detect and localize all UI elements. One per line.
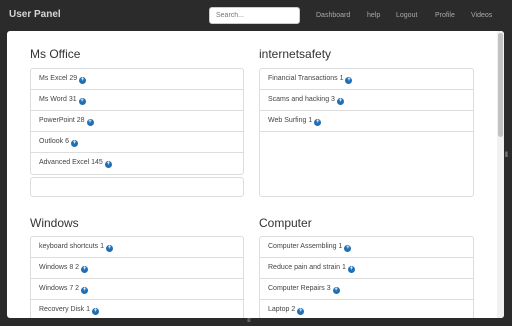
plus-circle-icon[interactable]: + xyxy=(79,77,87,84)
item-label: Advanced Excel 145 xyxy=(39,159,103,166)
list-item[interactable]: PowerPoint 28 + xyxy=(31,111,243,132)
nav-link-logout[interactable]: Logout xyxy=(396,12,417,19)
nav-link-profile[interactable]: Profile xyxy=(435,12,455,19)
plus-circle-icon[interactable]: + xyxy=(105,245,113,252)
item-label: Computer Repairs 3 xyxy=(268,285,331,292)
plus-circle-icon[interactable]: + xyxy=(332,287,340,294)
plus-circle-icon[interactable]: + xyxy=(81,287,89,294)
nav-link-help[interactable]: help xyxy=(367,12,380,19)
list-item[interactable]: Financial Transactions 1 + xyxy=(260,69,473,90)
item-label: PowerPoint 28 xyxy=(39,117,85,124)
list-item[interactable]: Outlook 6 + xyxy=(31,132,243,153)
resize-grip-icon[interactable]: ≡ xyxy=(247,318,255,324)
plus-circle-icon[interactable]: + xyxy=(91,308,99,315)
item-label: Outlook 6 xyxy=(39,138,69,145)
resize-grip-icon[interactable]: ‖ xyxy=(505,152,511,164)
item-label: Web Surfing 1 xyxy=(268,117,313,124)
list-item[interactable]: Computer Repairs 3 + xyxy=(260,279,473,300)
item-label: Scams and hacking 3 xyxy=(268,96,335,103)
item-label: Computer Assembling 1 xyxy=(268,243,343,250)
plus-circle-icon[interactable]: + xyxy=(314,119,322,126)
plus-circle-icon[interactable]: + xyxy=(344,245,352,252)
plus-circle-icon[interactable]: + xyxy=(347,266,355,273)
item-label: Ms Word 31 xyxy=(39,96,77,103)
plus-circle-icon[interactable]: + xyxy=(86,119,94,126)
list-item[interactable]: Scams and hacking 3 + xyxy=(260,90,473,111)
section-title-windows: Windows xyxy=(30,216,79,230)
main-content: Ms Office Ms Excel 29 + Ms Word 31 + Power… xyxy=(7,31,504,318)
plus-circle-icon[interactable]: + xyxy=(345,77,353,84)
list-item[interactable]: Windows 7 2 + xyxy=(31,279,243,300)
section-title-ms-office: Ms Office xyxy=(30,47,81,61)
list-item[interactable]: Advanced Excel 145 + xyxy=(31,153,243,174)
item-label: Recovery Disk 1 xyxy=(39,306,90,313)
list-item[interactable]: Computer Assembling 1 + xyxy=(260,237,473,258)
nav-links: Dashboard help Logout Profile Videos xyxy=(0,12,512,24)
list-item[interactable]: Reduce pain and strain 1 + xyxy=(260,258,473,279)
list-computer: Computer Assembling 1 + Reduce pain and s… xyxy=(259,236,474,318)
list-item[interactable]: keyboard shortcuts 1 + xyxy=(31,237,243,258)
plus-circle-icon[interactable]: + xyxy=(81,266,89,273)
item-label: Laptop 2 xyxy=(268,306,296,313)
app-window: User Panel Dashboard help Logout Profile… xyxy=(0,0,512,326)
list-item[interactable]: Ms Word 31 + xyxy=(31,90,243,111)
plus-circle-icon[interactable]: + xyxy=(78,98,86,105)
item-label: Windows 8 2 xyxy=(39,264,80,271)
nav-link-dashboard[interactable]: Dashboard xyxy=(316,12,350,19)
list-ms-office: Ms Excel 29 + Ms Word 31 + PowerPoint 28 + … xyxy=(30,68,244,175)
list-footer-ms-office xyxy=(30,177,244,197)
item-label: Reduce pain and strain 1 xyxy=(268,264,346,271)
vertical-scrollbar[interactable] xyxy=(497,31,504,318)
plus-circle-icon[interactable]: + xyxy=(104,161,112,168)
plus-circle-icon[interactable]: + xyxy=(336,98,344,105)
list-item[interactable]: Ms Excel 29 + xyxy=(31,69,243,90)
item-label: Windows 7 2 xyxy=(39,285,80,292)
list-item[interactable]: Windows 8 2 + xyxy=(31,258,243,279)
list-internetsafety: Financial Transactions 1 + Scams and hack… xyxy=(259,68,474,197)
list-item[interactable]: Recovery Disk 1 + xyxy=(31,300,243,318)
nav-link-videos[interactable]: Videos xyxy=(471,12,492,19)
plus-circle-icon[interactable]: + xyxy=(297,308,305,315)
top-navbar: User Panel Dashboard help Logout Profile… xyxy=(0,0,512,31)
section-title-computer: Computer xyxy=(259,216,312,230)
item-label: keyboard shortcuts 1 xyxy=(39,243,104,250)
scrollbar-thumb[interactable] xyxy=(498,33,503,137)
list-windows: keyboard shortcuts 1 + Windows 8 2 + Windo… xyxy=(30,236,244,318)
list-item[interactable]: Laptop 2 + xyxy=(260,300,473,318)
plus-circle-icon[interactable]: + xyxy=(70,140,78,147)
item-label: Financial Transactions 1 xyxy=(268,75,344,82)
section-title-internetsafety: internetsafety xyxy=(259,47,332,61)
list-item[interactable]: Web Surfing 1 + xyxy=(260,111,473,132)
item-label: Ms Excel 29 xyxy=(39,75,78,82)
